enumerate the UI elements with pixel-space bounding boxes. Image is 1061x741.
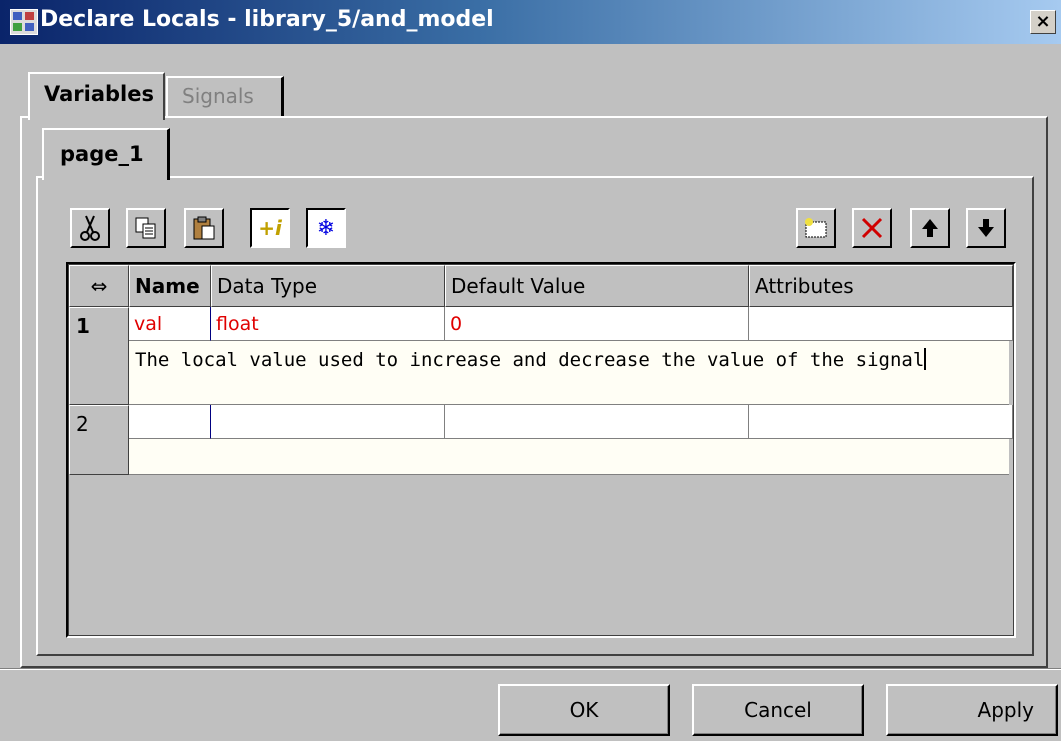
cell-name[interactable]: val bbox=[129, 307, 211, 341]
ok-button[interactable]: OK bbox=[498, 684, 670, 736]
tab-page-1[interactable]: page_1 bbox=[42, 128, 170, 180]
window-title: Declare Locals - library_5/and_model bbox=[40, 7, 494, 32]
paste-icon bbox=[193, 216, 215, 240]
description-text: The local value used to increase and dec… bbox=[135, 349, 925, 371]
tab-variables[interactable]: Variables bbox=[28, 72, 165, 120]
copy-icon bbox=[135, 217, 156, 239]
delete-button[interactable] bbox=[852, 208, 892, 248]
cell-attributes[interactable] bbox=[749, 307, 1013, 341]
paste-button[interactable] bbox=[184, 208, 224, 248]
copy-button[interactable] bbox=[126, 208, 166, 248]
app-icon bbox=[10, 9, 38, 35]
column-header-data-type[interactable]: Data Type bbox=[211, 265, 445, 307]
tab-signals[interactable]: Signals bbox=[166, 76, 284, 116]
move-down-icon bbox=[978, 219, 994, 237]
move-up-button[interactable] bbox=[910, 208, 950, 248]
cancel-button[interactable]: Cancel bbox=[692, 684, 864, 736]
column-header-attributes[interactable]: Attributes bbox=[749, 265, 1013, 307]
divider bbox=[0, 668, 1061, 670]
cut-button[interactable] bbox=[70, 208, 110, 248]
cell-data-type[interactable] bbox=[211, 405, 445, 439]
new-row-icon bbox=[805, 218, 827, 238]
text-cursor bbox=[924, 348, 927, 370]
move-down-button[interactable] bbox=[966, 208, 1006, 248]
cell-default-value[interactable] bbox=[445, 405, 749, 439]
column-header-default-value[interactable]: Default Value bbox=[445, 265, 749, 307]
cell-attributes[interactable] bbox=[749, 405, 1013, 439]
delete-icon bbox=[861, 217, 883, 239]
freeze-icon: ❄ bbox=[316, 215, 336, 241]
cut-icon bbox=[80, 215, 100, 241]
new-row-button[interactable] bbox=[796, 208, 836, 248]
cell-data-type[interactable]: float bbox=[211, 307, 445, 341]
close-button[interactable]: × bbox=[1030, 10, 1056, 34]
description-field[interactable] bbox=[129, 439, 1009, 475]
move-up-icon bbox=[922, 219, 938, 237]
freeze-button[interactable]: ❄ bbox=[306, 208, 346, 248]
cell-name[interactable] bbox=[129, 405, 211, 439]
row-header-2[interactable]: 2 bbox=[69, 405, 129, 475]
title-bar: Declare Locals - library_5/and_model × bbox=[0, 0, 1061, 44]
column-resize-handle[interactable]: ⇔ bbox=[69, 265, 129, 307]
show-info-button[interactable]: +i bbox=[250, 208, 290, 248]
column-header-name[interactable]: Name bbox=[129, 265, 211, 307]
show-info-icon: +i bbox=[258, 216, 282, 240]
variables-table: ⇔ Name Data Type Default Value Attribute… bbox=[66, 262, 1016, 638]
row-header-1[interactable]: 1 bbox=[69, 307, 129, 405]
apply-button[interactable]: Apply bbox=[886, 684, 1058, 736]
cell-default-value[interactable]: 0 bbox=[445, 307, 749, 341]
description-field[interactable]: The local value used to increase and dec… bbox=[129, 341, 1009, 405]
